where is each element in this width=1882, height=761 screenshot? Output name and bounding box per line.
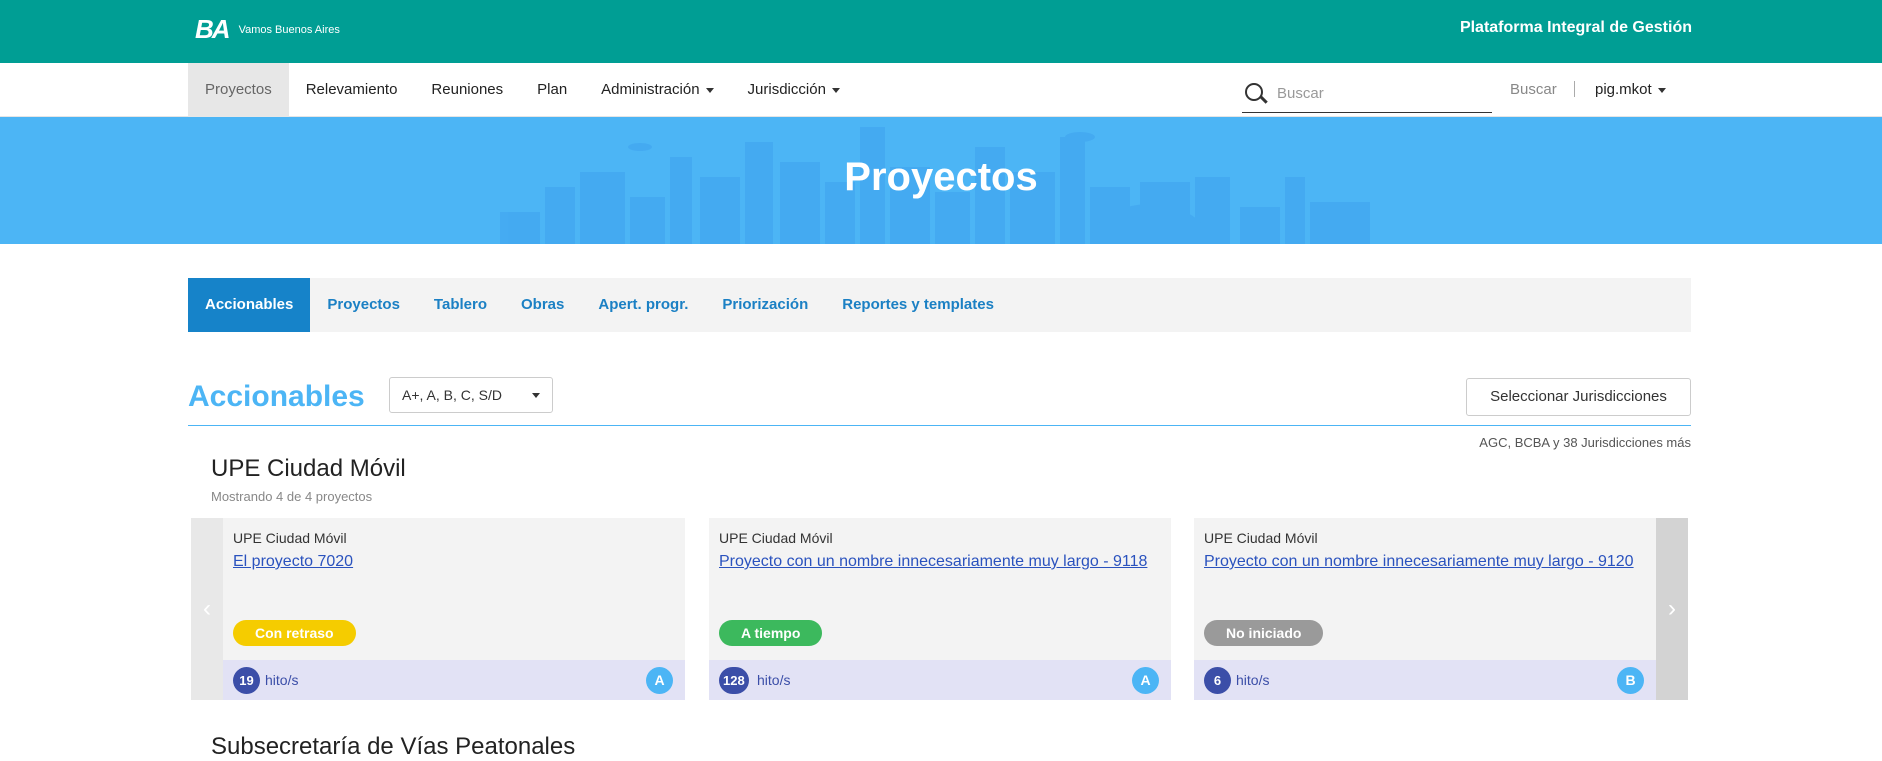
card-project-link[interactable]: El proyecto 7020 <box>233 551 673 573</box>
milestone-label: hito/s <box>1236 672 1270 688</box>
tab-reportes[interactable]: Reportes y templates <box>825 278 1011 332</box>
nav-divider <box>1574 81 1575 97</box>
card-footer: 19 hito/s A <box>223 660 685 700</box>
tab-apert-progr[interactable]: Apert. progr. <box>581 278 705 332</box>
milestone-label: hito/s <box>757 672 791 688</box>
top-bar: BA Vamos Buenos Aires Plataforma Integra… <box>0 0 1882 63</box>
carousel-prev-button[interactable]: ‹ <box>191 518 223 700</box>
card-footer: 128 hito/s A <box>709 660 1171 700</box>
tab-priorizacion[interactable]: Priorización <box>705 278 825 332</box>
card-org: UPE Ciudad Móvil <box>719 530 833 546</box>
card-org: UPE Ciudad Móvil <box>233 530 347 546</box>
ba-logo[interactable]: BA Vamos Buenos Aires <box>195 14 340 45</box>
nav-item-label: Relevamiento <box>305 81 398 98</box>
logo-mark: BA <box>195 14 231 44</box>
priority-filter-select[interactable]: A+, A, B, C, S/D <box>389 377 553 413</box>
priority-grade-badge: A <box>646 667 673 694</box>
page-title: Proyectos <box>844 155 1038 199</box>
tab-proyectos[interactable]: Proyectos <box>310 278 417 332</box>
caret-down-icon <box>831 87 840 93</box>
project-card: UPE Ciudad Móvil El proyecto 7020 Con re… <box>223 518 685 700</box>
milestone-label: hito/s <box>265 672 299 688</box>
card-project-link[interactable]: Proyecto con un nombre innecesariamente … <box>1204 551 1644 573</box>
tab-accionables[interactable]: Accionables <box>188 278 311 332</box>
status-badge: No iniciado <box>1204 620 1324 646</box>
caret-down-icon <box>532 393 540 398</box>
section-title: Accionables <box>188 380 365 413</box>
logo-tagline: Vamos Buenos Aires <box>238 23 340 36</box>
nav-item-relevamiento[interactable]: Relevamiento <box>289 63 415 117</box>
priority-filter-value: A+, A, B, C, S/D <box>402 387 502 403</box>
group-title: Subsecretaría de Vías Peatonales <box>211 733 576 760</box>
search-icon[interactable] <box>1245 82 1267 105</box>
nav-item-label: Jurisdicción <box>747 81 826 98</box>
select-jurisdictions-button[interactable]: Seleccionar Jurisdicciones <box>1466 378 1691 416</box>
nav-item-reuniones[interactable]: Reuniones <box>414 63 520 117</box>
nav-item-administracion[interactable]: Administración <box>584 63 730 117</box>
section-tabs: Accionables Proyectos Tablero Obras Aper… <box>188 278 1691 332</box>
tab-obras[interactable]: Obras <box>504 278 581 332</box>
nav-item-plan[interactable]: Plan <box>520 63 584 117</box>
carousel-next-button[interactable]: › <box>1656 518 1688 700</box>
user-menu[interactable]: pig.mkot <box>1595 81 1666 98</box>
search-input[interactable] <box>1277 85 1477 102</box>
tab-tablero[interactable]: Tablero <box>417 278 504 332</box>
milestone-count-badge: 6 <box>1204 667 1231 694</box>
project-card: UPE Ciudad Móvil Proyecto con un nombre … <box>709 518 1171 700</box>
group-subtitle: Mostrando 4 de 4 proyectos <box>211 489 373 504</box>
chevron-left-icon: ‹ <box>203 595 211 622</box>
main-nav: Proyectos Relevamiento Reuniones Plan Ad… <box>0 63 1882 117</box>
jurisdictions-summary: AGC, BCBA y 38 Jurisdicciones más <box>1479 435 1691 450</box>
nav-item-label: Reuniones <box>431 81 504 98</box>
nav-item-jurisdiccion[interactable]: Jurisdicción <box>731 63 857 117</box>
nav-item-label: Administración <box>601 81 700 98</box>
caret-down-icon <box>705 87 714 93</box>
milestone-count-badge: 19 <box>233 667 260 694</box>
chevron-right-icon: › <box>1668 595 1676 622</box>
project-card: UPE Ciudad Móvil Proyecto con un nombre … <box>1194 518 1656 700</box>
nav-item-label: Proyectos <box>205 81 272 98</box>
priority-grade-badge: A <box>1132 667 1159 694</box>
search-button[interactable]: Buscar <box>1510 81 1557 98</box>
group-title: UPE Ciudad Móvil <box>211 455 406 482</box>
section-header: Accionables A+, A, B, C, S/D Seleccionar… <box>188 376 1691 426</box>
platform-title: Plataforma Integral de Gestión <box>1459 19 1692 36</box>
card-footer: 6 hito/s B <box>1194 660 1656 700</box>
status-badge: A tiempo <box>719 620 823 646</box>
user-name: pig.mkot <box>1595 81 1652 98</box>
search-box <box>1242 75 1492 113</box>
status-badge: Con retraso <box>233 620 356 646</box>
hero-banner: Proyectos <box>0 117 1882 244</box>
priority-grade-badge: B <box>1617 667 1644 694</box>
milestone-count-badge: 128 <box>719 667 749 694</box>
nav-item-label: Plan <box>537 81 568 98</box>
caret-down-icon <box>1657 87 1666 93</box>
nav-item-proyectos[interactable]: Proyectos <box>188 63 289 117</box>
card-project-link[interactable]: Proyecto con un nombre innecesariamente … <box>719 551 1159 573</box>
card-org: UPE Ciudad Móvil <box>1204 530 1318 546</box>
